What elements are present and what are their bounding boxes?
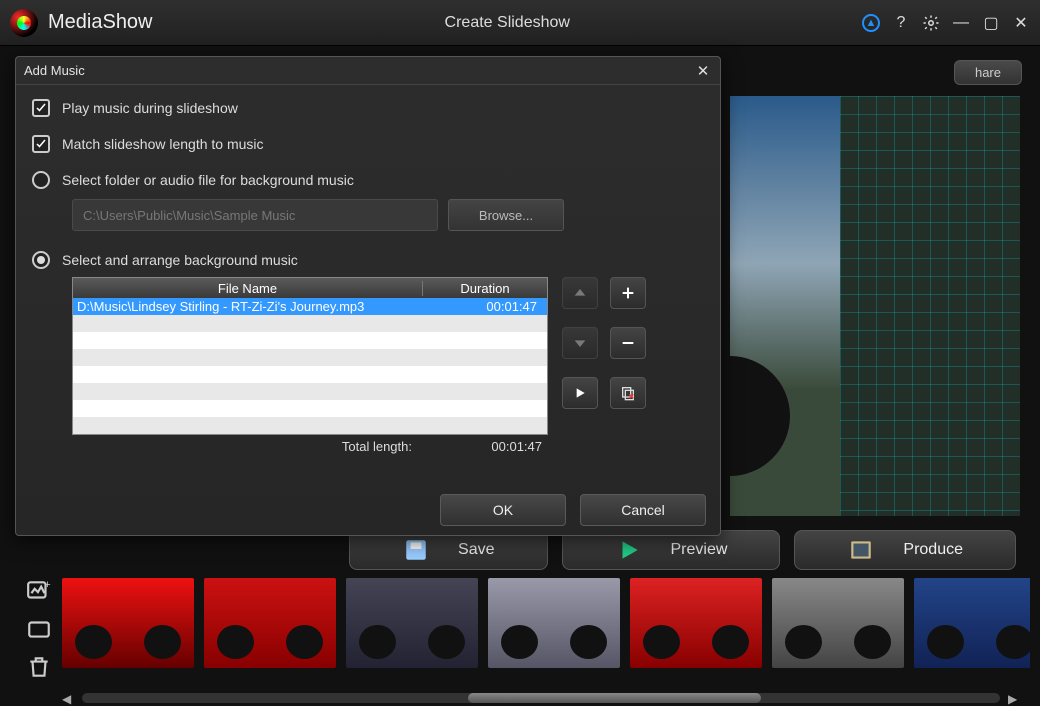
thumbnail[interactable] [488,578,620,668]
checkbox-play-music[interactable] [32,99,50,117]
save-button[interactable]: Save [349,530,547,570]
move-up-button[interactable] [562,277,598,309]
dialog-close-icon[interactable]: ✕ [694,62,712,80]
checkbox-match-length[interactable] [32,135,50,153]
table-row[interactable] [73,349,547,366]
remove-track-button[interactable] [610,327,646,359]
browse-button[interactable]: Browse... [448,199,564,231]
move-down-button[interactable] [562,327,598,359]
label-arrange-music: Select and arrange background music [62,252,298,268]
save-icon [402,537,430,563]
table-header: File Name Duration [73,278,547,298]
grid-overlay-icon [840,96,1020,516]
add-track-button[interactable] [610,277,646,309]
film-icon [847,537,875,563]
thumbnail-strip: + [16,574,1030,694]
total-label: Total length: [72,439,422,454]
preview-label: Preview [671,541,728,559]
music-table[interactable]: File Name Duration D:\Music\Lindsey Stir… [72,277,548,435]
window-title: Create Slideshow [153,14,862,32]
maximize-icon[interactable]: ▢ [982,14,1000,32]
main-tabs: hare [954,60,1022,85]
tab-share[interactable]: hare [954,60,1022,85]
radio-select-folder[interactable] [32,171,50,189]
table-row[interactable] [73,332,547,349]
produce-button[interactable]: Produce [794,530,1016,570]
label-match-length: Match slideshow length to music [62,136,264,152]
svg-text:+: + [44,579,50,591]
dialog-header: Add Music ✕ [16,57,720,85]
table-row[interactable] [73,315,547,332]
clear-all-button[interactable] [610,377,646,409]
table-row[interactable]: D:\Music\Lindsey Stirling - RT-Zi-Zi's J… [73,298,547,315]
table-row[interactable] [73,383,547,400]
close-window-icon[interactable]: ✕ [1012,14,1030,32]
minimize-icon[interactable]: — [952,14,970,32]
thumbnail-scrollbar[interactable]: ◀ ▶ [62,692,1020,704]
scroll-left-icon[interactable]: ◀ [62,692,74,704]
label-select-folder: Select folder or audio file for backgrou… [62,172,354,188]
play-icon [615,537,643,563]
ok-button[interactable]: OK [440,494,566,526]
total-value: 00:01:47 [422,439,548,454]
trash-icon[interactable] [26,654,52,676]
scroll-right-icon[interactable]: ▶ [1008,692,1020,704]
radio-arrange-music[interactable] [32,251,50,269]
table-row[interactable] [73,400,547,417]
add-music-dialog: Add Music ✕ Play music during slideshow … [15,56,721,536]
thumbnail[interactable] [204,578,336,668]
slideshow-preview [730,96,1020,516]
cell-duration: 00:01:47 [427,299,543,314]
play-track-button[interactable] [562,377,598,409]
scroll-track[interactable] [82,693,1000,703]
scroll-thumb[interactable] [468,693,762,703]
table-row[interactable] [73,366,547,383]
upload-icon[interactable]: ▲ [862,14,880,32]
titlebar-controls: ▲ ? — ▢ ✕ [862,14,1030,32]
select-all-icon[interactable] [26,616,52,638]
help-icon[interactable]: ? [892,14,910,32]
dialog-title: Add Music [24,63,85,78]
cancel-button[interactable]: Cancel [580,494,706,526]
produce-label: Produce [903,541,963,559]
app-logo-icon [10,9,38,37]
thumbnail[interactable] [772,578,904,668]
save-label: Save [458,541,494,559]
table-row[interactable] [73,417,547,434]
cell-file: D:\Music\Lindsey Stirling - RT-Zi-Zi's J… [77,299,427,314]
thumbnail[interactable] [62,578,194,668]
col-duration: Duration [423,281,547,296]
thumbnail[interactable] [914,578,1030,668]
action-bar: Save Preview Produce [0,530,1020,570]
add-media-icon[interactable]: + [26,578,52,600]
col-filename: File Name [73,281,423,296]
settings-icon[interactable] [922,14,940,32]
folder-path-input[interactable]: C:\Users\Public\Music\Sample Music [72,199,438,231]
title-bar: MediaShow Create Slideshow ▲ ? — ▢ ✕ [0,0,1040,46]
thumbnail[interactable] [346,578,478,668]
preview-button[interactable]: Preview [562,530,781,570]
thumbnail[interactable] [630,578,762,668]
label-play-music: Play music during slideshow [62,100,238,116]
app-name: MediaShow [48,11,153,34]
